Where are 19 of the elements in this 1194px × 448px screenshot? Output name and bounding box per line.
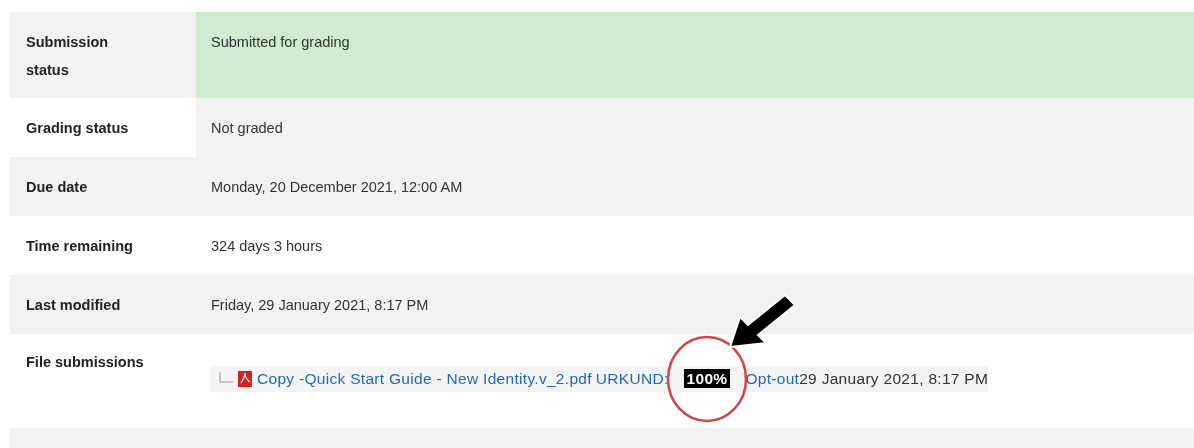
row-value: Friday, 29 January 2021, 8:17 PM [211,296,429,313]
plagiarism-checker-link[interactable]: URKUND: [595,370,669,388]
tree-branch-icon [219,372,233,386]
submission-date: 29 January 2021, 8:17 PM [799,370,989,387]
row-label: File submissions [26,354,144,370]
row-value: Not graded [211,119,283,136]
row-label: Time remaining [26,237,133,254]
row-value: Monday, 20 December 2021, 12:00 AM [211,178,463,195]
pdf-icon [237,370,253,388]
row-label: Last modified [26,296,121,313]
row-label: Due date [26,178,88,195]
row-value: Submitted for grading [211,33,350,52]
row-label: Grading status [26,119,129,136]
annotation-arrow [728,293,797,349]
opt-out-link[interactable]: Opt-out [745,370,800,387]
row-value: 324 days 3 hours [211,237,323,254]
file-link[interactable]: Copy -Quick Start Guide - New Identity.v_2.pdf [257,370,592,388]
row-label: Submission status [26,33,110,80]
similarity-score: 100% [683,369,731,388]
